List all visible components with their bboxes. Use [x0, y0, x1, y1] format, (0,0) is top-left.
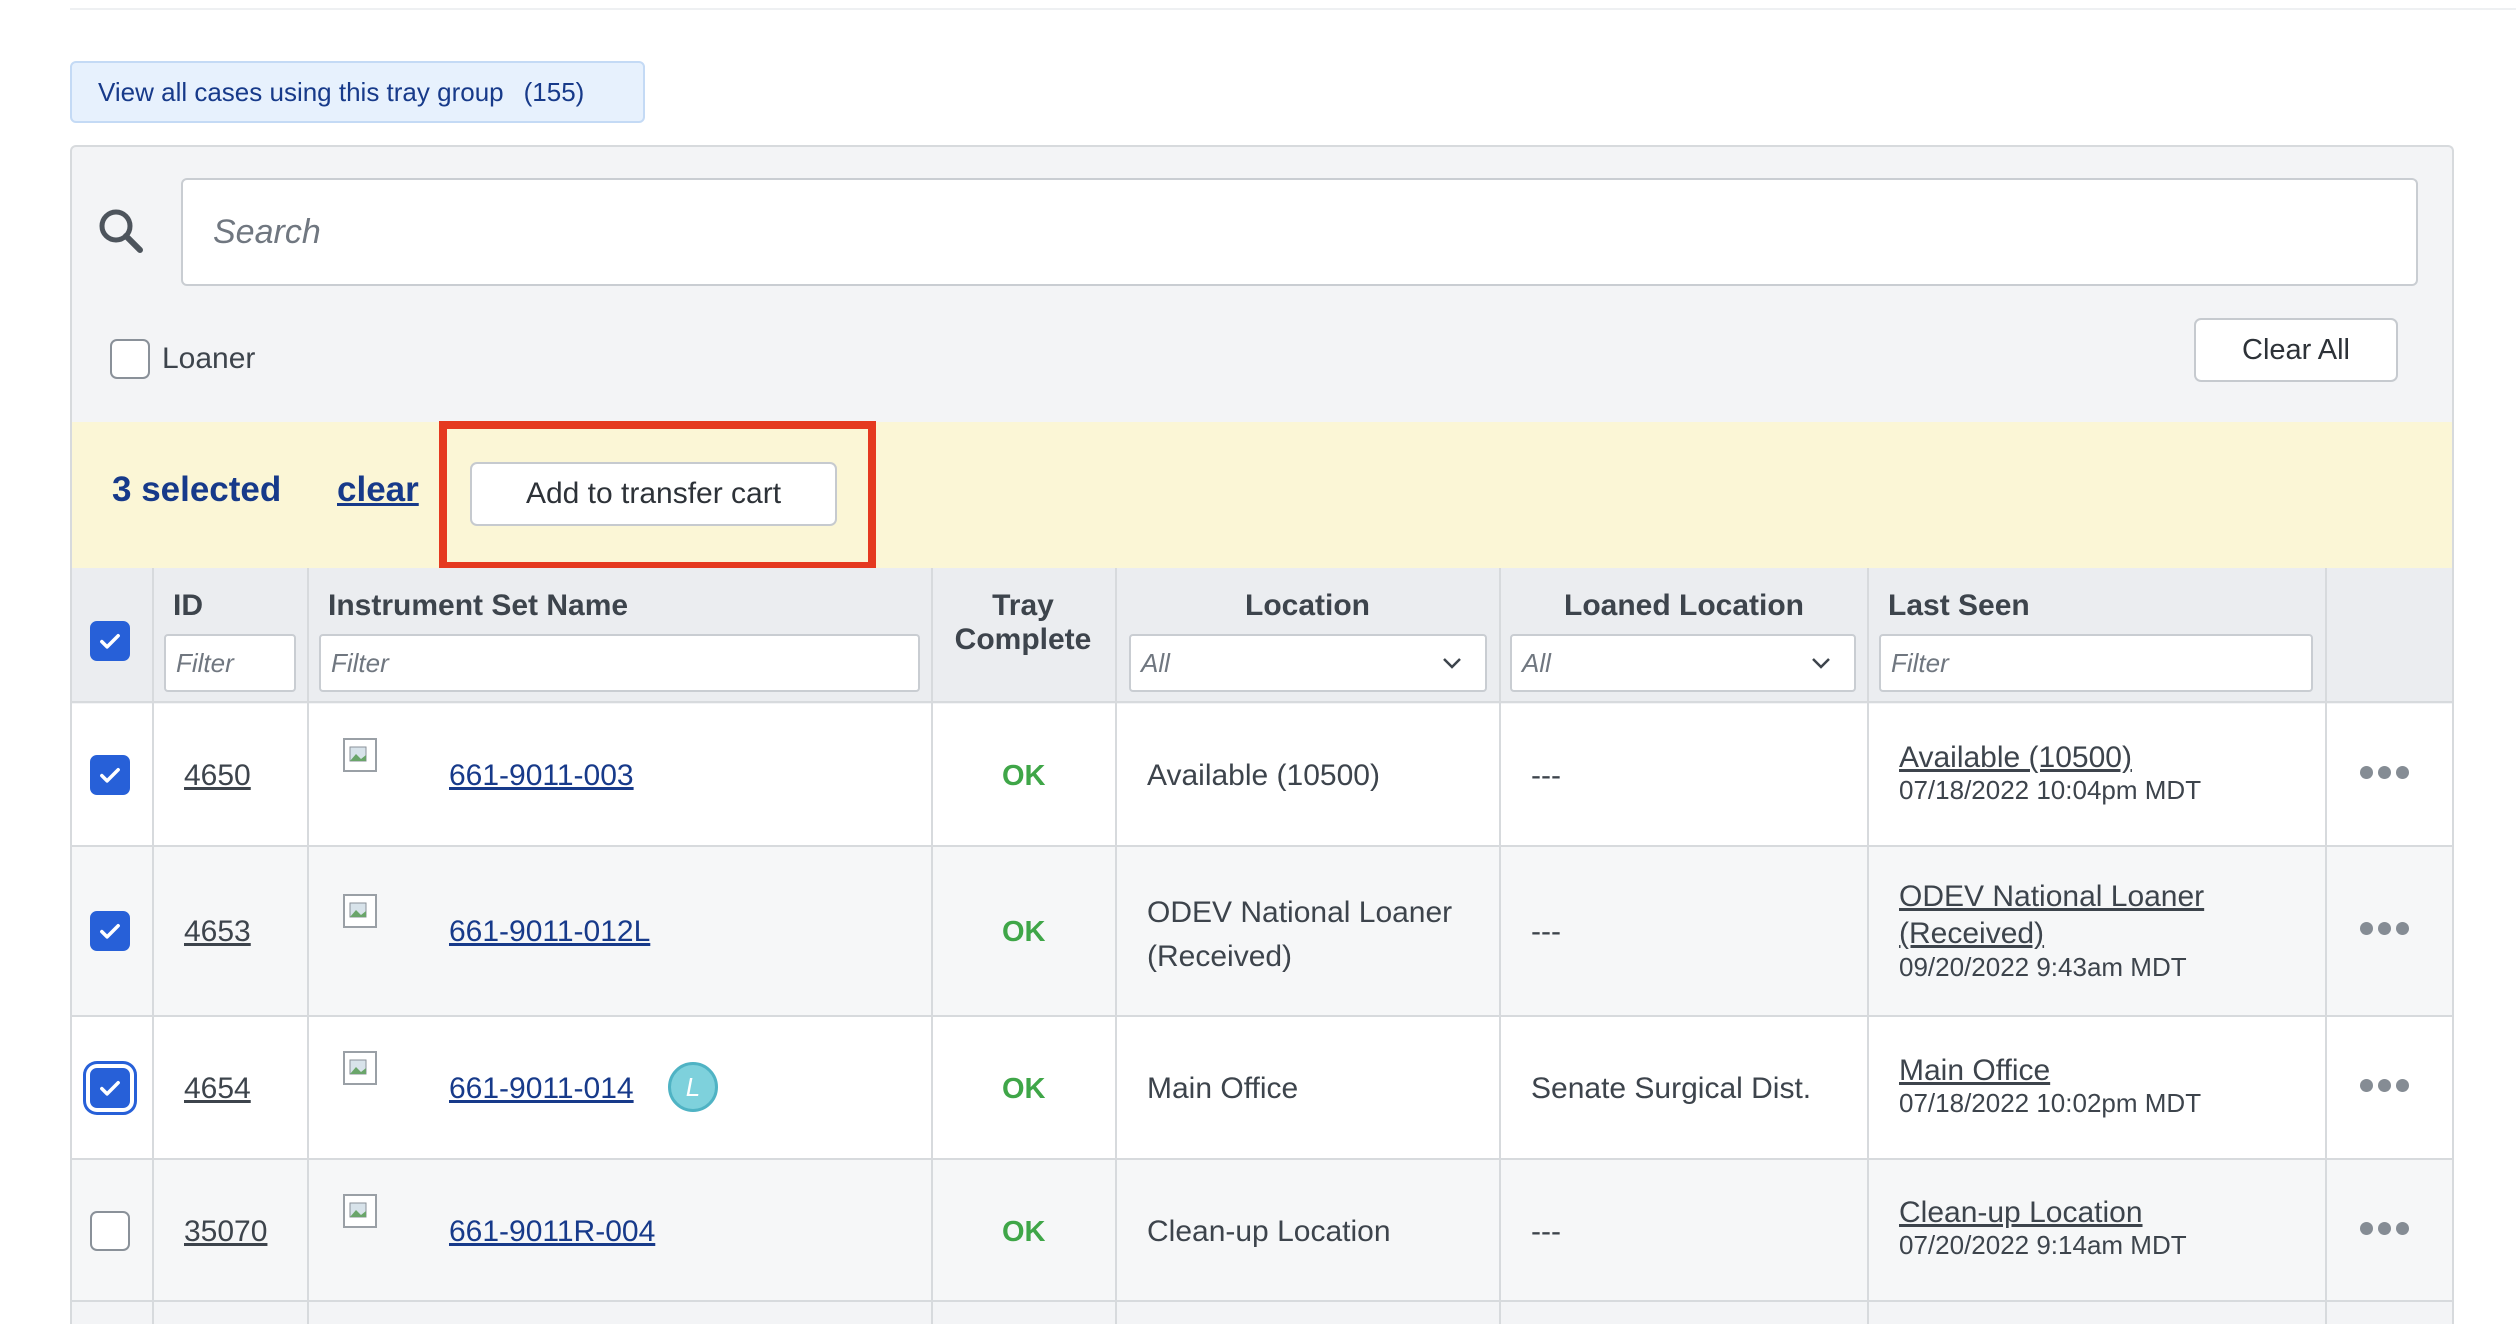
location-text: ODEV National Loaner (Received) — [1147, 891, 1452, 979]
column-divider — [1867, 568, 1869, 1324]
row-checkbox[interactable] — [90, 1211, 130, 1251]
checkmark-icon — [100, 924, 120, 939]
last-seen-cell: Clean-up Location 07/20/2022 9:14am MDT — [1899, 1196, 2187, 1261]
column-header-id[interactable]: ID — [173, 589, 203, 623]
location-text: Clean-up Location — [1147, 1215, 1391, 1248]
location-text: Available (10500) — [1147, 759, 1380, 792]
loaner-checkbox[interactable] — [110, 339, 150, 379]
column-divider — [1115, 568, 1117, 1324]
row-checkbox[interactable] — [90, 755, 130, 795]
instrument-set-link[interactable]: 661-9011-012L — [449, 915, 650, 949]
loaned-location-filter-select[interactable]: All — [1510, 634, 1856, 692]
last-seen-location-line1: ODEV National Loaner — [1899, 880, 2205, 913]
row-checkbox[interactable] — [90, 911, 130, 951]
id-filter-input[interactable] — [164, 634, 296, 692]
checkmark-icon — [100, 634, 120, 649]
view-all-cases-label: View all cases using this tray group — [98, 76, 504, 107]
last-seen-time: 07/20/2022 9:14am MDT — [1899, 1230, 2187, 1260]
image-placeholder-icon — [343, 738, 377, 772]
row-id-link[interactable]: 4654 — [184, 1072, 251, 1106]
location-text: Main Office — [1147, 1072, 1299, 1105]
tray-complete-status: OK — [1002, 916, 1046, 948]
tray-complete-line1: Tray — [992, 589, 1054, 622]
clear-all-button[interactable]: Clear All — [2194, 318, 2398, 382]
view-all-cases-link[interactable]: View all cases using this tray group (15… — [70, 61, 645, 123]
clear-selection-link[interactable]: clear — [337, 470, 419, 510]
row-id-link[interactable]: 4653 — [184, 915, 251, 949]
highlight-box — [439, 421, 876, 570]
last-seen-cell: ODEV National Loaner (Received) 09/20/20… — [1899, 878, 2204, 983]
tray-complete-status: OK — [1002, 1073, 1046, 1105]
location-line2: (Received) — [1147, 940, 1293, 973]
top-divider — [70, 8, 2516, 10]
name-filter-input[interactable] — [319, 634, 920, 692]
column-divider — [931, 568, 933, 1324]
last-seen-location-line2: (Received) — [1899, 917, 2045, 950]
more-options-icon[interactable] — [2360, 922, 2416, 938]
last-seen-cell: Available (10500) 07/18/2022 10:04pm MDT — [1899, 741, 2201, 806]
last-seen-time: 07/18/2022 10:04pm MDT — [1899, 775, 2202, 805]
image-placeholder-icon — [343, 1051, 377, 1085]
column-header-loaned-location[interactable]: Loaned Location — [1500, 589, 1868, 623]
column-header-location[interactable]: Location — [1116, 589, 1499, 623]
column-divider — [1499, 568, 1501, 1324]
last-seen-time: 07/18/2022 10:02pm MDT — [1899, 1088, 2202, 1118]
row-id-link[interactable]: 35070 — [184, 1215, 267, 1249]
tray-complete-line2: Complete — [954, 623, 1092, 656]
row-id-link[interactable]: 4650 — [184, 759, 251, 793]
column-header-last-seen[interactable]: Last Seen — [1888, 589, 2030, 623]
more-options-icon[interactable] — [2360, 1222, 2416, 1238]
instrument-set-link[interactable]: 661-9011R-004 — [449, 1215, 655, 1249]
checkmark-icon — [100, 1081, 120, 1096]
loaned-location-text: --- — [1531, 1215, 1561, 1248]
loaner-filter[interactable]: Loaner — [110, 339, 255, 379]
selected-count: 3 selected — [112, 470, 282, 509]
last-seen-location-link[interactable]: ODEV National Loaner (Received) — [1899, 878, 2204, 952]
checkmark-icon — [100, 768, 120, 783]
chevron-down-icon — [1443, 658, 1461, 669]
image-placeholder-icon — [343, 1194, 377, 1228]
column-header-tray-complete[interactable]: Tray Complete — [932, 589, 1114, 657]
more-options-icon[interactable] — [2360, 766, 2416, 782]
search-icon — [99, 209, 143, 253]
loaned-location-text: --- — [1531, 759, 1561, 792]
last-seen-location-link[interactable]: Clean-up Location — [1899, 1196, 2187, 1230]
column-divider — [307, 568, 309, 1324]
location-filter-value: All — [1141, 647, 1170, 678]
location-filter-select[interactable]: All — [1129, 634, 1487, 692]
tray-complete-status: OK — [1002, 1216, 1046, 1248]
column-divider — [152, 568, 154, 1324]
last-seen-filter-input[interactable] — [1879, 634, 2313, 692]
loaned-location-filter-value: All — [1522, 647, 1551, 678]
loaned-location-text: --- — [1531, 915, 1561, 948]
last-seen-time: 09/20/2022 9:43am MDT — [1899, 952, 2187, 982]
column-divider — [2325, 568, 2327, 1324]
last-seen-location-link[interactable]: Main Office — [1899, 1054, 2201, 1088]
instrument-set-link[interactable]: 661-9011-014 — [449, 1072, 634, 1106]
view-all-cases-count: (155) — [523, 76, 585, 107]
loaner-badge: L — [668, 1062, 718, 1112]
chevron-down-icon — [1812, 658, 1830, 669]
instrument-set-link[interactable]: 661-9011-003 — [449, 759, 634, 793]
image-placeholder-icon — [343, 894, 377, 928]
row-checkbox[interactable] — [90, 1068, 130, 1108]
select-all-checkbox[interactable] — [90, 621, 130, 661]
tray-complete-status: OK — [1002, 760, 1046, 792]
loaner-label: Loaner — [162, 342, 256, 375]
loaned-location-text: Senate Surgical Dist. — [1531, 1072, 1812, 1105]
last-seen-cell: Main Office 07/18/2022 10:02pm MDT — [1899, 1054, 2201, 1119]
last-seen-location-link[interactable]: Available (10500) — [1899, 741, 2201, 775]
location-line1: ODEV National Loaner — [1147, 896, 1453, 929]
selection-bar — [72, 422, 2452, 568]
search-input[interactable] — [181, 178, 2418, 286]
more-options-icon[interactable] — [2360, 1079, 2416, 1095]
column-header-instrument-set-name[interactable]: Instrument Set Name — [328, 589, 628, 623]
